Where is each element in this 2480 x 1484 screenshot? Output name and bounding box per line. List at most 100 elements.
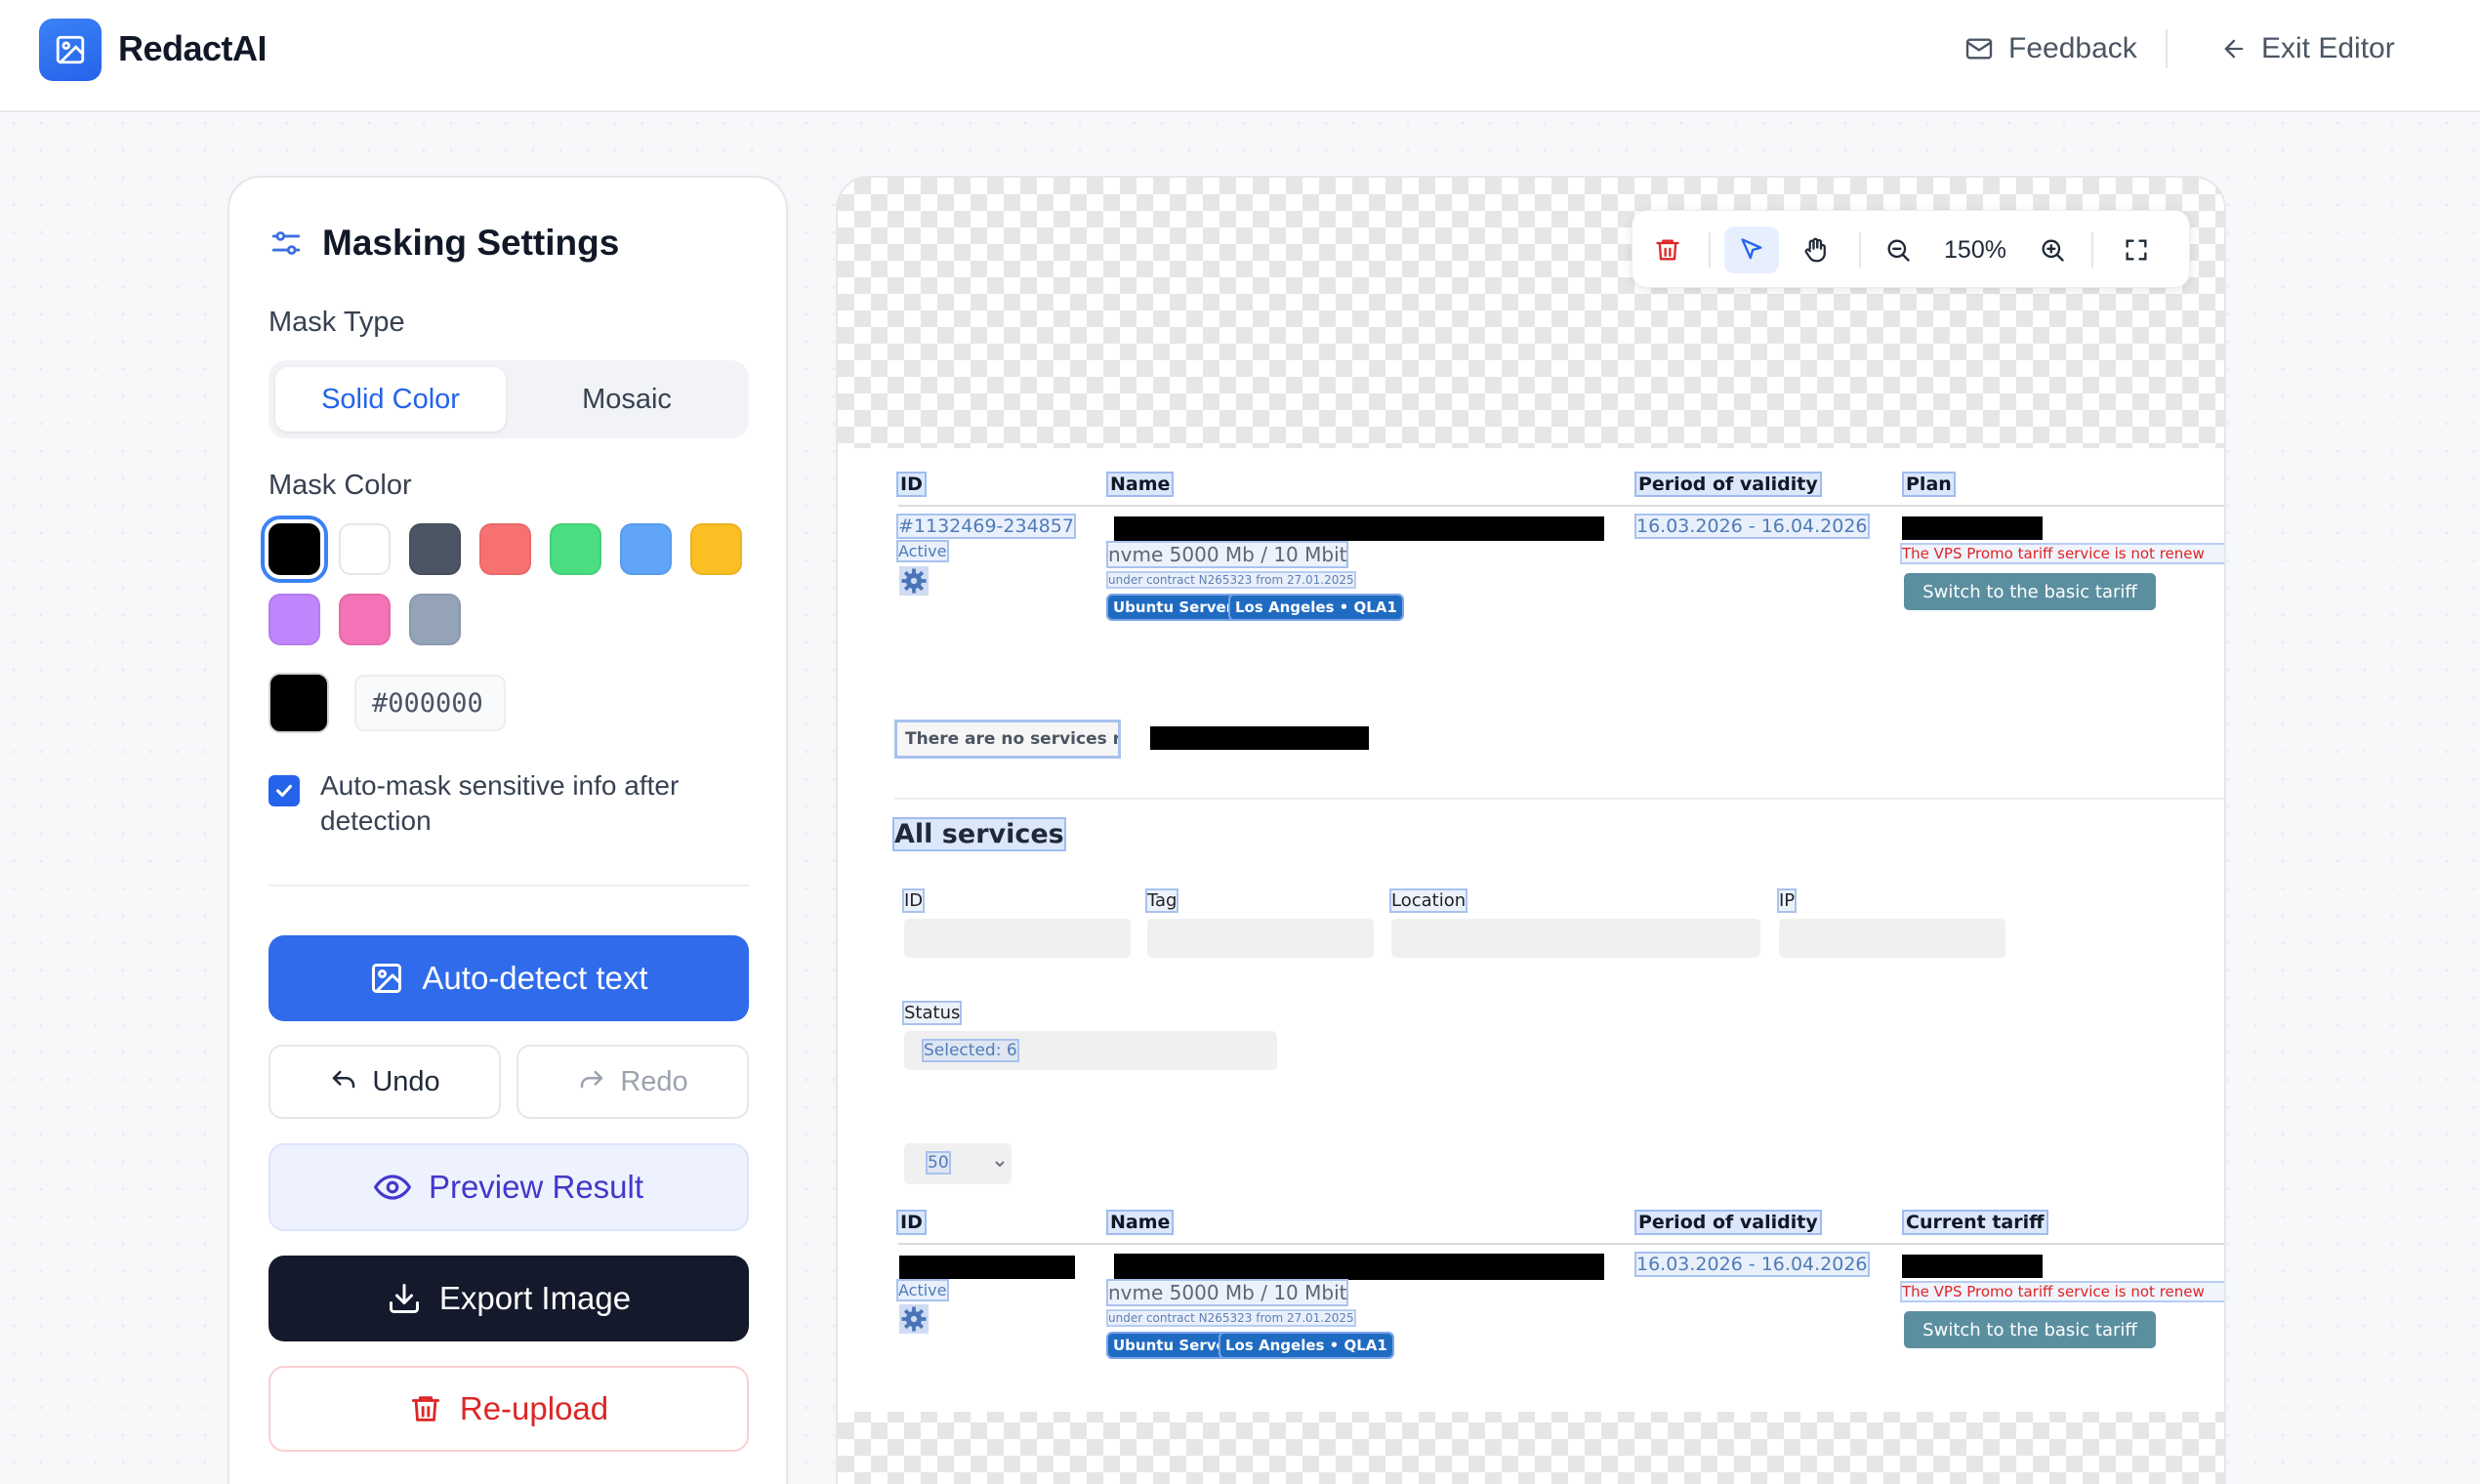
auto-detect-label: Auto-detect text (422, 960, 648, 996)
zoom-in-button[interactable] (2029, 227, 2076, 273)
mask-type-mosaic[interactable]: Mosaic (512, 367, 742, 432)
notice-box: There are no services requirin (894, 720, 1121, 759)
fullscreen-button[interactable] (2113, 227, 2160, 273)
masking-settings-panel: Masking Settings Mask Type Solid Color M… (227, 176, 788, 1484)
t1-switch-tariff-button[interactable]: Switch to the basic tariff (1904, 573, 2156, 610)
filter-status-label: Status (901, 1001, 963, 1025)
redaction-mask[interactable] (1902, 1255, 2043, 1278)
redaction-mask[interactable] (1902, 516, 2043, 540)
exit-editor-label: Exit Editor (2261, 32, 2395, 64)
trash-icon (1656, 239, 1679, 261)
redaction-mask[interactable] (1150, 726, 1369, 750)
t1-row-contract: under contract N265323 from 27.01.2025 (1106, 571, 1356, 589)
panel-divider (269, 885, 749, 886)
color-swatch-purple[interactable] (269, 594, 320, 645)
sliders-icon (271, 231, 301, 255)
auto-detect-text-button[interactable]: Auto-detect text (269, 935, 749, 1021)
zoom-out-button[interactable] (1875, 227, 1922, 273)
filter-location-label: Location (1388, 888, 1468, 913)
image-icon (372, 964, 402, 993)
auto-mask-checkbox[interactable] (269, 775, 300, 806)
mask-type-solid-color[interactable]: Solid Color (275, 367, 506, 432)
hex-color-input[interactable]: #000000 (354, 675, 506, 731)
select-tool-button[interactable] (1724, 227, 1779, 273)
custom-color-picker[interactable] (269, 673, 329, 733)
color-swatch-black[interactable] (261, 515, 328, 583)
redaction-mask[interactable] (1114, 1254, 1604, 1280)
re-upload-label: Re-upload (459, 1390, 609, 1426)
exit-editor-button[interactable]: Exit Editor (2220, 27, 2395, 70)
preview-result-label: Preview Result (428, 1169, 644, 1205)
app-name: RedactAI (118, 28, 268, 68)
all-services-title: All services (892, 817, 1066, 851)
t1-tag-os: Ubuntu Server (1105, 594, 1241, 621)
filter-id-label: ID (901, 888, 926, 913)
color-swatch-pink[interactable] (339, 594, 391, 645)
t2-row-period: 16.03.2026 - 16.04.2026 (1634, 1252, 1870, 1277)
preview-result-button[interactable]: Preview Result (269, 1143, 749, 1231)
t2-header-line (898, 1243, 2224, 1245)
fullscreen-icon (2126, 239, 2147, 261)
redaction-mask[interactable] (899, 1256, 1075, 1279)
section-divider (894, 798, 2224, 800)
color-swatch-white[interactable] (339, 523, 391, 575)
re-upload-button[interactable]: Re-upload (269, 1366, 749, 1452)
check-icon (276, 784, 292, 798)
t1-header-period: Period of validity (1634, 472, 1822, 497)
toolbar-divider (1859, 232, 1861, 268)
color-swatch-slate[interactable] (409, 594, 461, 645)
uploaded-document-image[interactable]: ID Name Period of validity Plan #1132469… (838, 448, 2224, 1412)
redo-label: Redo (620, 1065, 688, 1097)
t1-row-id: #1132469-234857 (896, 514, 1076, 539)
export-image-label: Export Image (438, 1280, 632, 1316)
t1-header-plan: Plan (1902, 472, 1956, 497)
eye-icon (373, 1175, 411, 1200)
filter-ip-label: IP (1776, 888, 1798, 913)
zoom-level: 150% (1944, 235, 2006, 264)
filter-tag-input (1147, 919, 1374, 958)
auto-mask-label: Auto-mask sensitive info after detection (320, 770, 680, 836)
chevron-down-icon (992, 1156, 1008, 1172)
color-swatch-yellow[interactable] (690, 523, 742, 575)
filter-location-input (1391, 919, 1760, 958)
cursor-icon (1741, 238, 1762, 260)
t2-header-name: Name (1105, 1210, 1175, 1235)
filter-tag-label: Tag (1144, 888, 1179, 913)
t1-header-id: ID (896, 472, 927, 497)
color-swatch-blue[interactable] (620, 523, 672, 575)
color-swatch-gray[interactable] (409, 523, 461, 575)
top-header: RedactAI Feedback Exit Editor (0, 0, 2480, 112)
delete-tool-button[interactable] (1644, 227, 1691, 273)
zoom-out-icon (1887, 239, 1910, 262)
filter-status-value: Selected: 6 (922, 1039, 1019, 1062)
t1-row-name-line: nvme 5000 Mb / 10 Mbit (1105, 541, 1349, 568)
export-image-button[interactable]: Export Image (269, 1256, 749, 1341)
color-swatch-red[interactable] (479, 523, 531, 575)
t2-row-contract: under contract N265323 from 27.01.2025 (1106, 1309, 1356, 1327)
feedback-button[interactable]: Feedback (1963, 27, 2137, 70)
filter-ip-input (1779, 919, 2005, 958)
undo-label: Undo (372, 1065, 440, 1097)
app-logo-icon (39, 19, 102, 81)
arrow-left-icon (2224, 39, 2244, 59)
zoom-in-icon (2042, 239, 2064, 262)
toolbar-divider (1709, 232, 1711, 268)
redo-button[interactable]: Redo (517, 1045, 749, 1119)
redaction-mask[interactable] (1114, 516, 1604, 541)
t1-gear-icon (899, 566, 929, 596)
panel-title: Masking Settings (269, 223, 619, 264)
pan-tool-button[interactable] (1789, 227, 1843, 273)
t1-tag-location: Los Angeles • QLA1 (1228, 594, 1404, 621)
t1-row-warning: The VPS Promo tariff service is not rene… (1900, 543, 2224, 564)
redo-icon (581, 1070, 603, 1089)
mask-color-label: Mask Color (269, 470, 412, 501)
t2-switch-tariff-button[interactable]: Switch to the basic tariff (1904, 1311, 2156, 1348)
undo-button[interactable]: Undo (269, 1045, 501, 1119)
editor-canvas[interactable]: 150% ID Name Period of validity Plan #11… (836, 176, 2226, 1484)
t2-gear-icon (899, 1304, 929, 1334)
filter-id-input (904, 919, 1131, 958)
download-icon (389, 1284, 419, 1313)
canvas-toolbar: 150% (1632, 210, 2190, 288)
color-swatch-green[interactable] (550, 523, 601, 575)
t2-tag-location: Los Angeles • QLA1 (1219, 1332, 1394, 1359)
